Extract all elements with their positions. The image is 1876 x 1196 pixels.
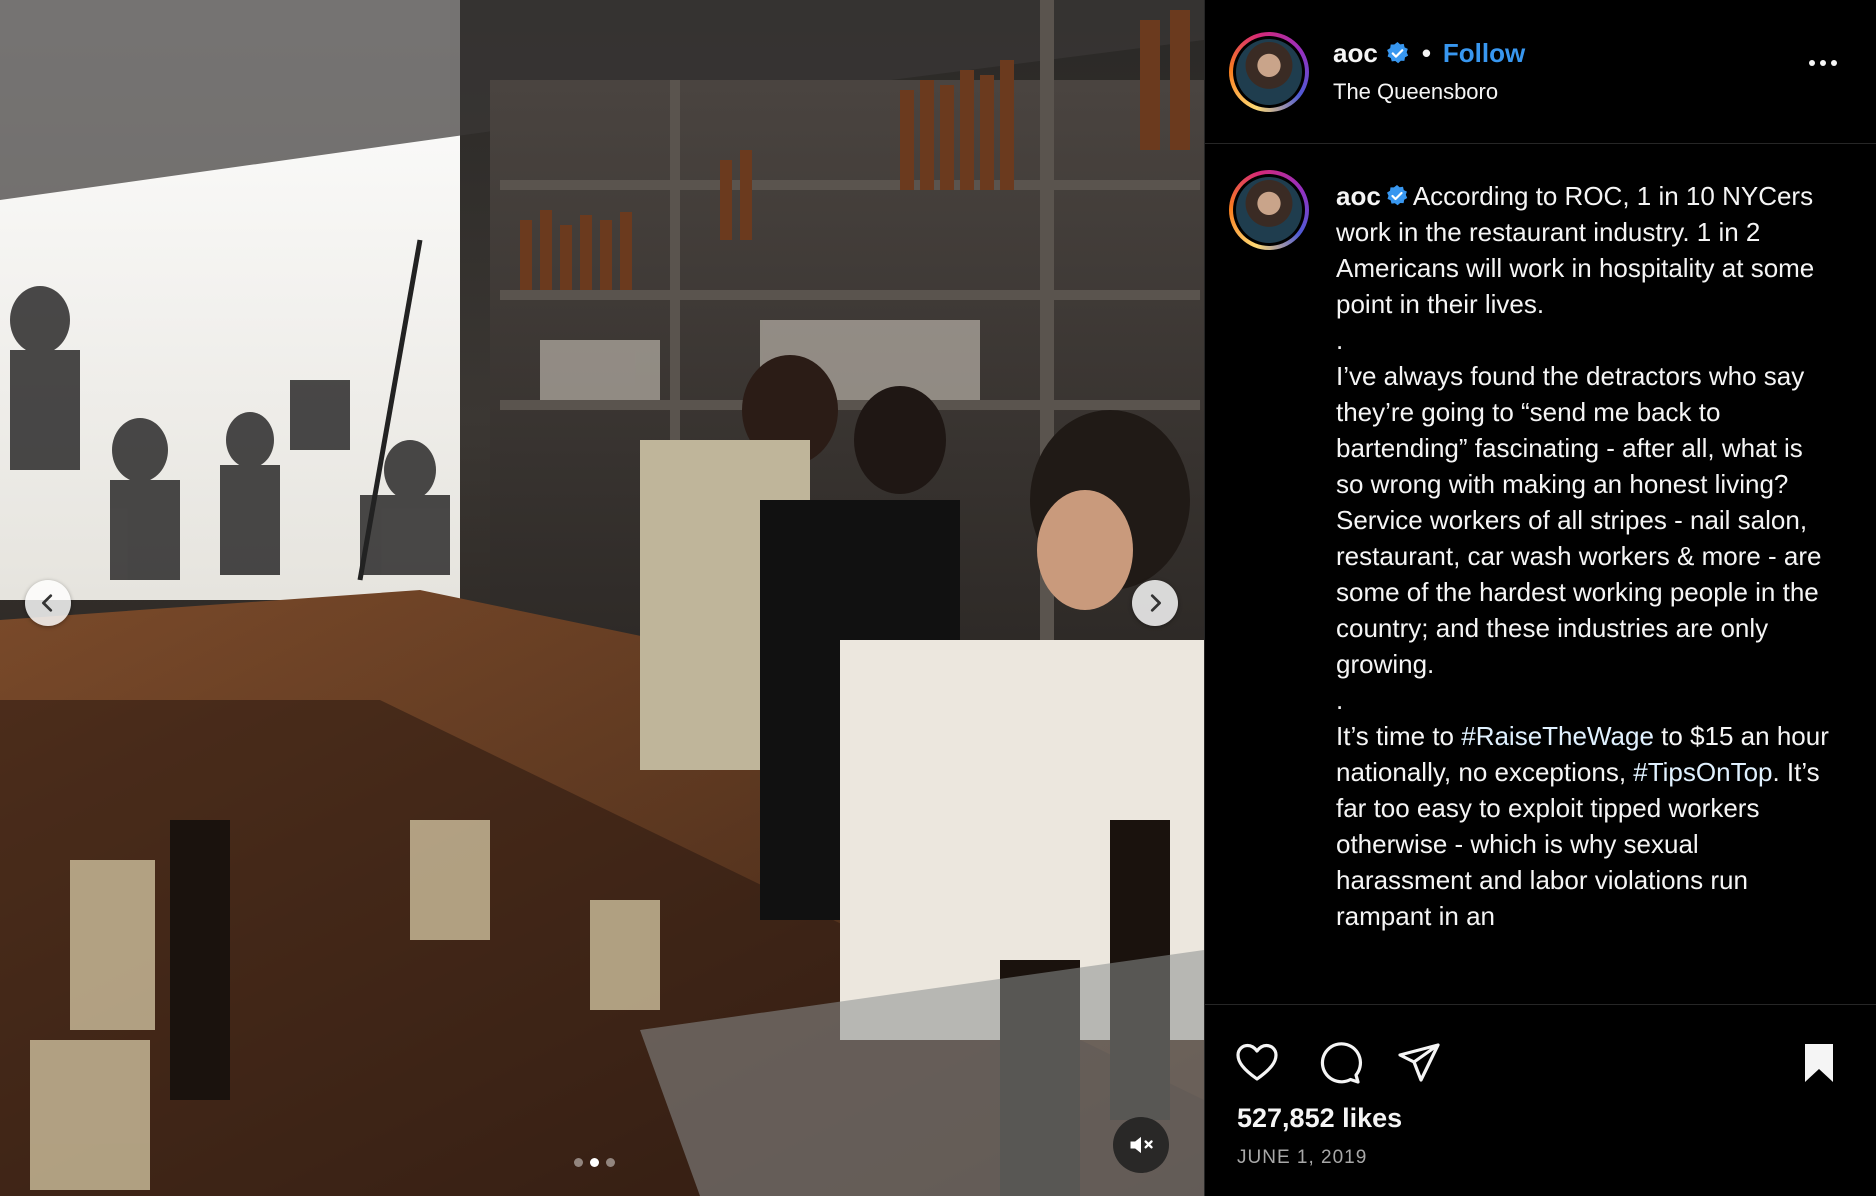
author-username[interactable]: aoc bbox=[1333, 38, 1378, 69]
avatar-image bbox=[1236, 177, 1302, 243]
caption-username[interactable]: aoc bbox=[1336, 181, 1381, 211]
follow-button[interactable]: Follow bbox=[1443, 38, 1525, 69]
post-side-panel: aoc • Follow The Queensboro aoc Accordin… bbox=[1204, 0, 1876, 1196]
carousel-next-button[interactable] bbox=[1132, 580, 1178, 626]
carousel-dot bbox=[606, 1158, 615, 1167]
comment-icon bbox=[1320, 1042, 1362, 1084]
bar-scene-image bbox=[0, 0, 1204, 1196]
caption-paragraph-2: I’ve always found the detractors who say… bbox=[1336, 361, 1822, 679]
more-horizontal-icon bbox=[1809, 60, 1815, 66]
save-button[interactable] bbox=[1795, 1039, 1843, 1087]
speaker-muted-icon bbox=[1130, 1136, 1153, 1154]
caption-dot-1: . bbox=[1336, 325, 1344, 355]
chevron-left-icon bbox=[42, 594, 53, 612]
like-button[interactable] bbox=[1233, 1039, 1281, 1087]
post-date[interactable]: JUNE 1, 2019 bbox=[1237, 1147, 1367, 1169]
mute-toggle-button[interactable] bbox=[1113, 1117, 1169, 1173]
post-header: aoc • Follow The Queensboro bbox=[1205, 0, 1876, 144]
separator-dot: • bbox=[1421, 38, 1431, 68]
comment-button[interactable] bbox=[1315, 1039, 1363, 1087]
share-button[interactable] bbox=[1395, 1039, 1443, 1087]
caption-dot-2: . bbox=[1336, 685, 1344, 715]
caption-text: aoc According to ROC, 1 in 10 NYCers work… bbox=[1336, 178, 1836, 934]
chevron-right-icon bbox=[1150, 594, 1161, 612]
carousel-dot bbox=[574, 1158, 583, 1167]
caption-paragraph-3: It’s time to #RaiseTheWage to $15 an hou… bbox=[1336, 718, 1836, 934]
hashtag-raisethewage[interactable]: #RaiseTheWage bbox=[1461, 721, 1654, 751]
paper-plane-icon bbox=[1398, 1043, 1440, 1082]
location-link[interactable]: The Queensboro bbox=[1333, 79, 1525, 105]
instagram-post-viewer: aoc • Follow The Queensboro aoc Accordin… bbox=[0, 0, 1876, 1196]
caption-text-run: It’s time to bbox=[1336, 721, 1462, 751]
avatar-image bbox=[1236, 39, 1302, 105]
likes-count[interactable]: 527,852 likes bbox=[1237, 1103, 1402, 1134]
carousel-dot-active bbox=[590, 1158, 599, 1167]
caption-scroll-area[interactable]: aoc According to ROC, 1 in 10 NYCers work… bbox=[1205, 144, 1876, 1004]
more-options-button[interactable] bbox=[1809, 60, 1837, 66]
post-media[interactable] bbox=[0, 0, 1204, 1196]
verified-badge-icon bbox=[1385, 41, 1410, 66]
hashtag-tipsontop[interactable]: #TipsOnTop bbox=[1633, 757, 1772, 787]
heart-icon bbox=[1236, 1043, 1278, 1081]
caption-author-avatar[interactable] bbox=[1229, 170, 1309, 250]
carousel-indicator bbox=[574, 1158, 615, 1167]
carousel-prev-button[interactable] bbox=[25, 580, 71, 626]
bookmark-icon bbox=[1805, 1044, 1833, 1082]
verified-badge-icon bbox=[1385, 181, 1409, 206]
header-meta: aoc • Follow The Queensboro bbox=[1333, 38, 1525, 105]
author-avatar[interactable] bbox=[1229, 32, 1309, 112]
post-actions-bar: 527,852 likes JUNE 1, 2019 bbox=[1205, 1004, 1876, 1196]
